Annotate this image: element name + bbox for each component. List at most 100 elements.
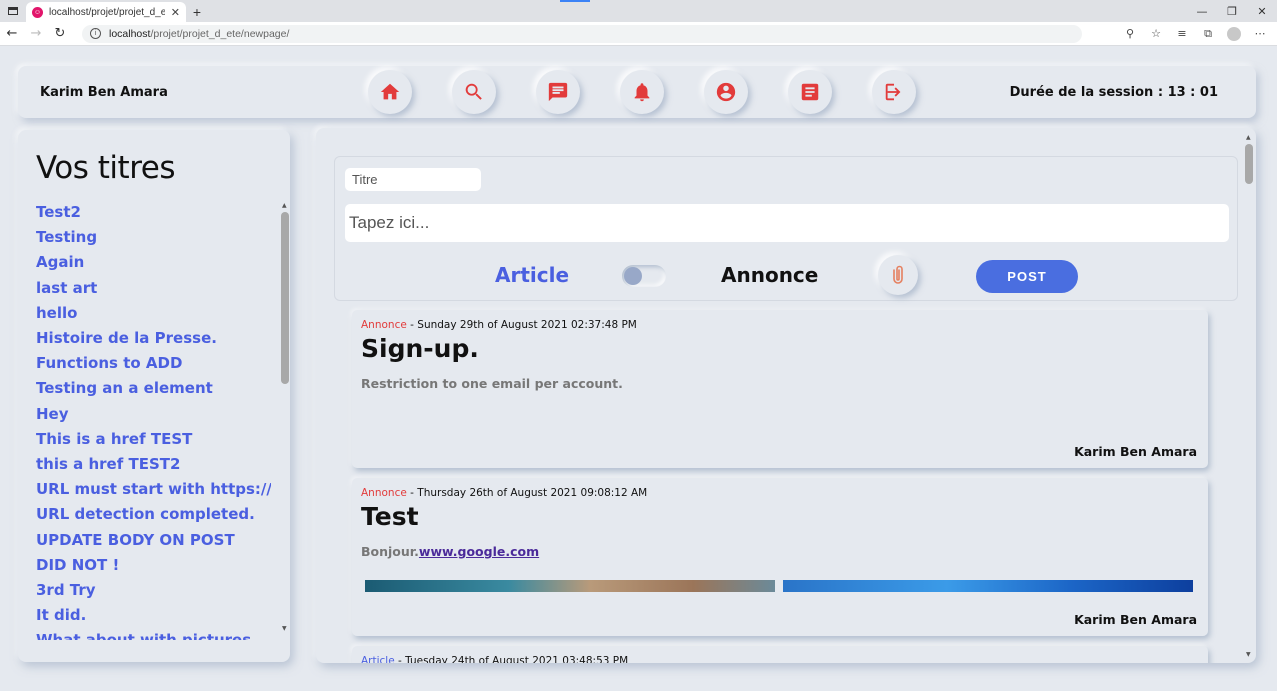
message-icon[interactable] (536, 70, 580, 114)
title-link[interactable]: Histoire de la Presse. (36, 326, 271, 351)
title-link[interactable]: last art (36, 276, 271, 301)
url-path: /projet/projet_d_ete/newpage/ (150, 27, 290, 40)
feed-scrollbar[interactable]: ▲ ▼ (1245, 134, 1253, 658)
new-tab-button[interactable]: + (186, 2, 208, 22)
scroll-down-icon[interactable]: ▼ (1246, 651, 1251, 658)
back-icon[interactable]: ← (0, 22, 24, 46)
logout-icon[interactable] (872, 70, 916, 114)
attachment-button[interactable] (878, 255, 918, 295)
scroll-up-icon[interactable]: ▲ (282, 202, 287, 209)
title-link[interactable]: 3rd Try (36, 578, 271, 603)
refresh-icon[interactable]: ↻ (48, 22, 72, 46)
title-link[interactable]: this a href TEST2 (36, 452, 271, 477)
title-link[interactable]: URL detection completed. (36, 502, 271, 527)
post-image[interactable] (365, 580, 775, 592)
nav-icons (368, 70, 916, 114)
url-field[interactable]: i localhost/projet/projet_d_ete/newpage/ (82, 24, 1082, 43)
feed-panel: Titre Tapez ici... Article Annonce POST … (316, 128, 1256, 663)
post-body: Bonjour.www.google.com (361, 544, 539, 559)
title-link[interactable]: Functions to ADD (36, 351, 271, 376)
favicon-icon: ☺ (32, 6, 43, 18)
browser-tab[interactable]: ☺ localhost/projet/projet_d_ete/ne ✕ (26, 2, 186, 22)
title-input[interactable]: Titre (345, 168, 481, 191)
titles-sidebar: Vos titres Test2 Testing Again last art … (18, 130, 290, 662)
home-icon[interactable] (368, 70, 412, 114)
title-link[interactable]: Hey (36, 402, 271, 427)
post-meta: Annonce - Sunday 29th of August 2021 02:… (361, 319, 637, 331)
bell-icon[interactable] (620, 70, 664, 114)
close-tab-icon[interactable]: ✕ (171, 6, 180, 19)
post-title: Test (361, 502, 419, 531)
post-author: Karim Ben Amara (1074, 612, 1197, 627)
post-image[interactable] (783, 580, 1193, 592)
toggle-knob (624, 267, 642, 285)
post-card: Annonce - Sunday 29th of August 2021 02:… (352, 310, 1208, 468)
title-link[interactable]: Test2 (36, 200, 271, 225)
post-title: Sign-up. (361, 334, 479, 363)
forward-icon[interactable]: → (24, 22, 48, 46)
collections-icon[interactable]: ⧉ (1201, 27, 1215, 41)
post-date: - Sunday 29th of August 2021 02:37:48 PM (406, 319, 637, 331)
address-bar: ← → ↻ i localhost/projet/projet_d_ete/ne… (0, 22, 1277, 46)
scrollbar-thumb[interactable] (1245, 144, 1253, 184)
scroll-up-icon[interactable]: ▲ (1246, 134, 1251, 141)
post-body: Restriction to one email per account. (361, 376, 623, 391)
more-icon[interactable]: ⋯ (1253, 27, 1267, 40)
title-link[interactable]: hello (36, 301, 271, 326)
profile-avatar[interactable] (1227, 26, 1241, 41)
sidebar-scrollbar[interactable]: ▲ ▼ (280, 202, 289, 632)
app-navbar: Karim Ben Amara Durée de la session : 13… (18, 66, 1256, 118)
title-link[interactable]: DID NOT ! (36, 553, 271, 578)
minimize-icon[interactable]: — (1187, 0, 1217, 22)
profile-icon[interactable] (704, 70, 748, 114)
session-time: 13 : 01 (1167, 85, 1218, 100)
close-window-icon[interactable]: ✕ (1247, 0, 1277, 22)
restore-icon[interactable]: ❐ (1217, 0, 1247, 22)
favorite-add-icon[interactable]: ☆ (1149, 27, 1163, 40)
post-meta: Article - Tuesday 24th of August 2021 03… (361, 655, 628, 663)
title-link[interactable]: What about with pictures (36, 628, 271, 640)
info-icon[interactable]: i (90, 28, 101, 39)
post-link[interactable]: www.google.com (419, 544, 539, 559)
post-card: Annonce - Thursday 26th of August 2021 0… (352, 478, 1208, 636)
tab-indicator (560, 0, 590, 2)
window-controls: — ❐ ✕ (1187, 0, 1277, 22)
browser-tabbar: ☺ localhost/projet/projet_d_ete/ne ✕ + (0, 0, 1277, 22)
article-label: Article (495, 263, 570, 287)
url-host: localhost (109, 27, 151, 40)
post-type: Annonce (361, 487, 407, 499)
post-card: Article - Tuesday 24th of August 2021 03… (352, 646, 1208, 663)
username: Karim Ben Amara (40, 85, 168, 100)
post-button[interactable]: POST (976, 260, 1078, 293)
post-composer: Titre Tapez ici... Article Annonce POST (334, 156, 1238, 301)
post-type: Article (361, 655, 395, 663)
post-date: - Thursday 26th of August 2021 09:08:12 … (406, 487, 648, 499)
session-label: Durée de la session : (1009, 85, 1164, 100)
title-link[interactable]: It did. (36, 603, 271, 628)
body-input[interactable]: Tapez ici... (345, 204, 1229, 242)
read-aloud-icon[interactable]: ⚲ (1123, 27, 1137, 40)
session-timer: Durée de la session : 13 : 01 (1010, 85, 1218, 100)
search-icon[interactable] (452, 70, 496, 114)
title-link[interactable]: Testing (36, 225, 271, 250)
tab-title: localhost/projet/projet_d_ete/ne (49, 6, 165, 18)
post-meta: Annonce - Thursday 26th of August 2021 0… (361, 487, 647, 499)
sidebar-heading: Vos titres (36, 150, 175, 186)
favorites-icon[interactable]: ≡ (1175, 27, 1189, 40)
post-author: Karim Ben Amara (1074, 444, 1197, 459)
paperclip-icon (893, 265, 903, 284)
title-link[interactable]: Testing an a element (36, 376, 271, 401)
post-body-text: Bonjour. (361, 544, 419, 559)
title-link[interactable]: UPDATE BODY ON POST (36, 528, 271, 553)
title-link[interactable]: URL must start with https:// (36, 477, 271, 502)
window-menu-icon[interactable] (0, 0, 26, 22)
annonce-label: Annonce (721, 263, 819, 287)
browser-tools: ⚲ ☆ ≡ ⧉ ⋯ (1123, 26, 1277, 41)
document-icon[interactable] (788, 70, 832, 114)
title-link[interactable]: Again (36, 250, 271, 275)
titles-list: Test2 Testing Again last art hello Histo… (36, 200, 271, 640)
scrollbar-thumb[interactable] (281, 212, 289, 384)
type-toggle[interactable] (622, 265, 666, 287)
title-link[interactable]: This is a href TEST (36, 427, 271, 452)
scroll-down-icon[interactable]: ▼ (282, 625, 287, 632)
